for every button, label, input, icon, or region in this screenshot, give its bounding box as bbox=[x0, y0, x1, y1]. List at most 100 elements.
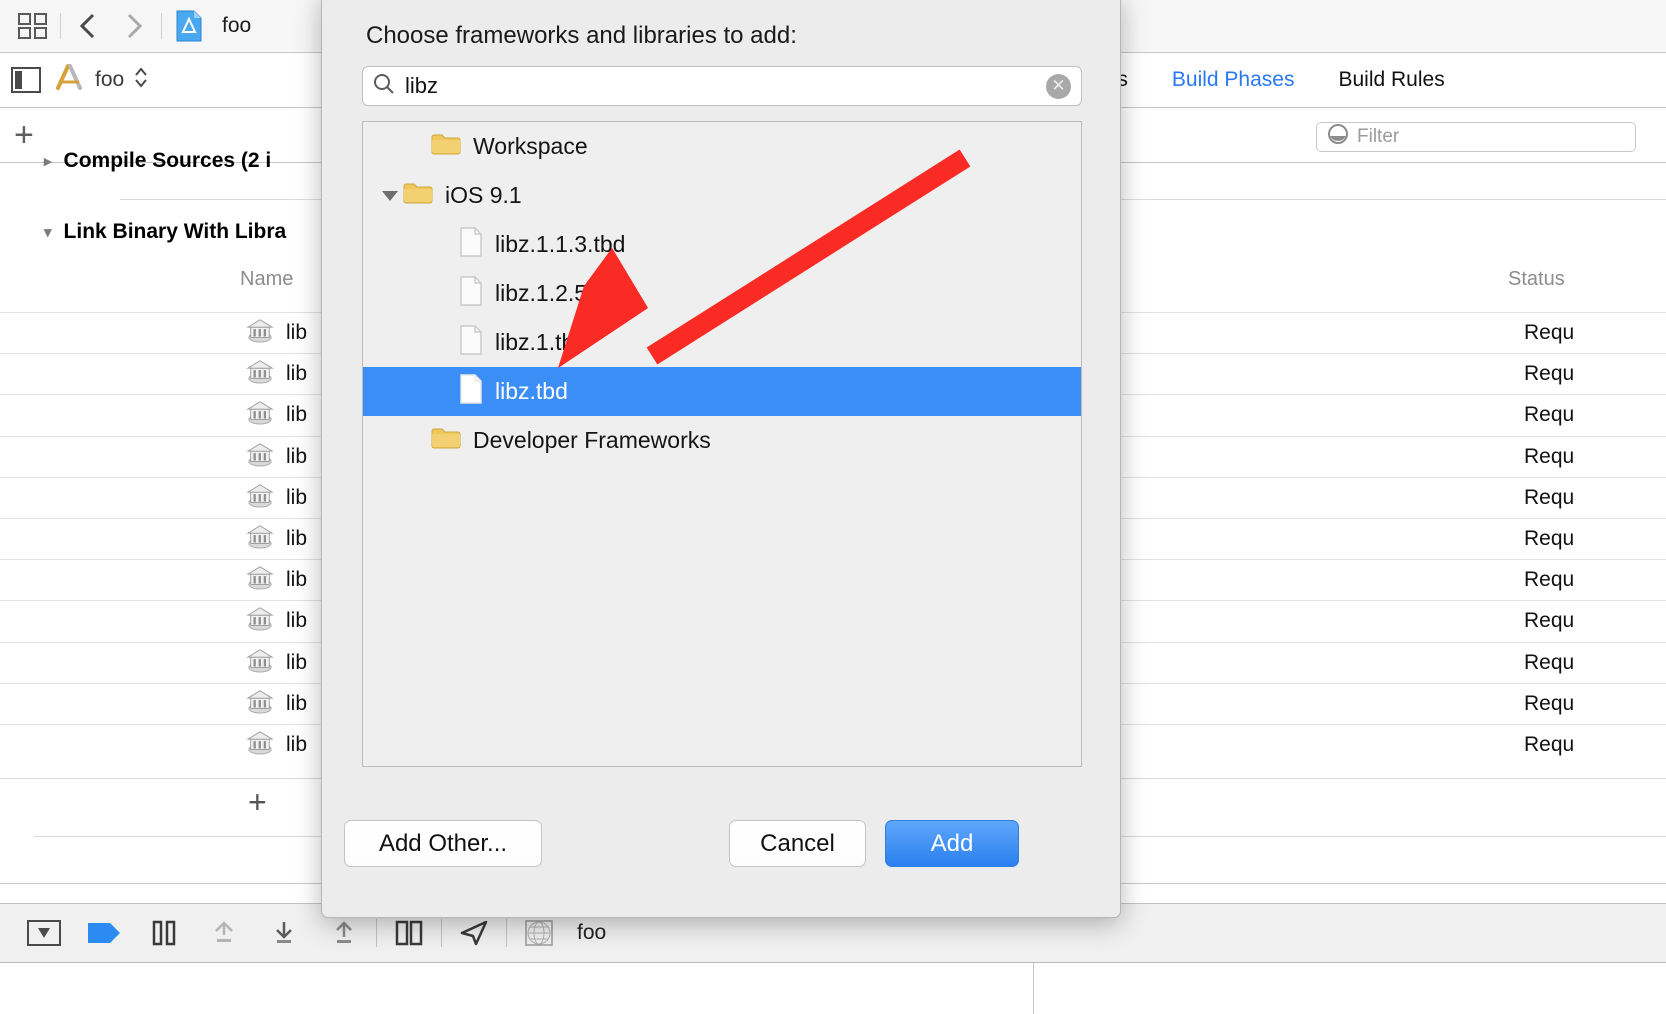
library-status-cell[interactable]: Requ bbox=[1524, 321, 1574, 345]
sheet-buttons: Add Other... Cancel Add bbox=[322, 820, 1122, 872]
library-name-text: lib bbox=[286, 403, 308, 427]
back-chevron-icon[interactable] bbox=[65, 6, 111, 46]
breakpoint-icon[interactable] bbox=[74, 911, 134, 955]
chevron-updown-icon[interactable] bbox=[133, 64, 149, 96]
framework-icon bbox=[246, 399, 274, 431]
tree-item-label: libz.1.tbd bbox=[495, 329, 588, 355]
framework-icon bbox=[246, 358, 274, 390]
folder-icon bbox=[403, 181, 433, 211]
add-frameworks-sheet: Choose frameworks and libraries to add: … bbox=[321, 0, 1121, 918]
library-name-cell: lib bbox=[246, 647, 307, 679]
search-input[interactable]: ✕ bbox=[362, 66, 1082, 106]
debug-process-label: foo bbox=[577, 921, 607, 944]
library-name-cell: lib bbox=[246, 688, 307, 720]
grid-icon[interactable] bbox=[10, 6, 56, 46]
column-header-name[interactable]: Name bbox=[240, 268, 293, 291]
tree-item-label: libz.1.2.5.tbd bbox=[495, 280, 626, 306]
sheet-title: Choose frameworks and libraries to add: bbox=[366, 22, 797, 49]
breadcrumb[interactable]: foo bbox=[52, 63, 149, 97]
library-status-cell[interactable]: Requ bbox=[1524, 692, 1574, 716]
tree-item[interactable]: Developer Frameworks bbox=[363, 416, 1081, 465]
hide-debug-area-icon[interactable] bbox=[14, 911, 74, 955]
library-name-text: lib bbox=[286, 650, 308, 674]
phase-title: Link Binary With Libra bbox=[63, 220, 287, 243]
column-header-status[interactable]: Status bbox=[1508, 268, 1565, 291]
library-name-cell: lib bbox=[246, 564, 307, 596]
tree-item[interactable]: libz.1.2.5.tbd bbox=[363, 269, 1081, 318]
debug-console-split bbox=[1033, 963, 1034, 1014]
tree-item-label: Developer Frameworks bbox=[473, 427, 711, 453]
library-name-cell: lib bbox=[246, 358, 307, 390]
disclosure-triangle-open-icon[interactable] bbox=[377, 190, 403, 201]
disclosure-triangle-icon[interactable]: ▸ bbox=[44, 152, 52, 170]
library-name-text: lib bbox=[286, 732, 308, 756]
breadcrumb-label: foo bbox=[95, 68, 125, 91]
library-name-text: lib bbox=[286, 444, 308, 468]
framework-tree[interactable]: Workspace iOS 9.1 libz.1.1.3.tbd libz.1.2.5… bbox=[362, 121, 1082, 767]
library-status-cell[interactable]: Requ bbox=[1524, 362, 1574, 386]
add-button[interactable]: Add bbox=[885, 820, 1019, 867]
tree-item-label: Workspace bbox=[473, 133, 588, 159]
library-name-text: lib bbox=[286, 691, 308, 715]
tree-item-selected[interactable]: libz.tbd bbox=[363, 367, 1081, 416]
library-status-cell[interactable]: Requ bbox=[1524, 527, 1574, 551]
tree-item[interactable]: iOS 9.1 bbox=[363, 171, 1081, 220]
tab-build-rules[interactable]: Build Rules bbox=[1316, 68, 1466, 92]
clear-circle-icon[interactable]: ✕ bbox=[1046, 73, 1071, 99]
tree-item-label: libz.1.1.3.tbd bbox=[495, 231, 626, 257]
library-name-text: lib bbox=[286, 485, 308, 509]
left-panel-toggle-icon[interactable] bbox=[0, 67, 52, 93]
debug-divider-2 bbox=[441, 919, 442, 947]
library-name-text: lib bbox=[286, 321, 308, 345]
framework-icon bbox=[246, 317, 274, 349]
file-icon bbox=[459, 275, 483, 312]
framework-icon bbox=[246, 688, 274, 720]
step-into-icon[interactable] bbox=[254, 911, 314, 955]
library-name-text: lib bbox=[286, 527, 308, 551]
editor-tabs: Settings Build Phases Build Rules bbox=[1030, 53, 1666, 108]
library-status-cell[interactable]: Requ bbox=[1524, 568, 1574, 592]
framework-icon bbox=[246, 482, 274, 514]
library-status-cell[interactable]: Requ bbox=[1524, 486, 1574, 510]
framework-icon bbox=[246, 564, 274, 596]
tree-item-label: libz.tbd bbox=[495, 378, 568, 404]
library-name-text: lib bbox=[286, 362, 308, 386]
file-icon bbox=[459, 373, 483, 410]
project-title: foo bbox=[222, 14, 252, 37]
add-library-plus-icon[interactable]: + bbox=[248, 786, 267, 818]
search-text[interactable] bbox=[405, 73, 1036, 99]
tree-item[interactable]: libz.1.tbd bbox=[363, 318, 1081, 367]
library-name-cell: lib bbox=[246, 317, 307, 349]
folder-icon bbox=[431, 132, 461, 162]
library-name-text: lib bbox=[286, 609, 308, 633]
library-status-cell[interactable]: Requ bbox=[1524, 403, 1574, 427]
library-name-cell: lib bbox=[246, 605, 307, 637]
library-name-cell: lib bbox=[246, 399, 307, 431]
phase-title: Compile Sources (2 i bbox=[63, 149, 272, 172]
framework-icon bbox=[246, 647, 274, 679]
framework-icon bbox=[246, 729, 274, 761]
file-icon bbox=[459, 226, 483, 263]
pause-icon[interactable] bbox=[134, 911, 194, 955]
add-other-button[interactable]: Add Other... bbox=[344, 820, 542, 867]
tree-item[interactable]: Workspace bbox=[363, 122, 1081, 171]
forward-chevron-icon[interactable] bbox=[111, 6, 157, 46]
library-status-cell[interactable]: Requ bbox=[1524, 609, 1574, 633]
tree-item[interactable]: libz.1.1.3.tbd bbox=[363, 220, 1081, 269]
toolbar-divider bbox=[60, 13, 61, 39]
folder-icon bbox=[431, 426, 461, 456]
disclosure-triangle-open-icon[interactable]: ▾ bbox=[44, 223, 52, 241]
app-file-icon[interactable] bbox=[166, 6, 212, 46]
framework-icon bbox=[246, 441, 274, 473]
library-status-cell[interactable]: Requ bbox=[1524, 733, 1574, 757]
library-status-cell[interactable]: Requ bbox=[1524, 651, 1574, 675]
library-name-text: lib bbox=[286, 568, 308, 592]
cancel-button[interactable]: Cancel bbox=[729, 820, 866, 867]
xcode-target-icon bbox=[52, 63, 86, 97]
library-status-cell[interactable]: Requ bbox=[1524, 445, 1574, 469]
step-over-icon[interactable] bbox=[194, 911, 254, 955]
search-icon bbox=[373, 73, 395, 100]
debug-divider-3 bbox=[506, 919, 507, 947]
debug-console-area bbox=[0, 963, 1666, 1014]
tab-build-phases[interactable]: Build Phases bbox=[1150, 68, 1317, 92]
